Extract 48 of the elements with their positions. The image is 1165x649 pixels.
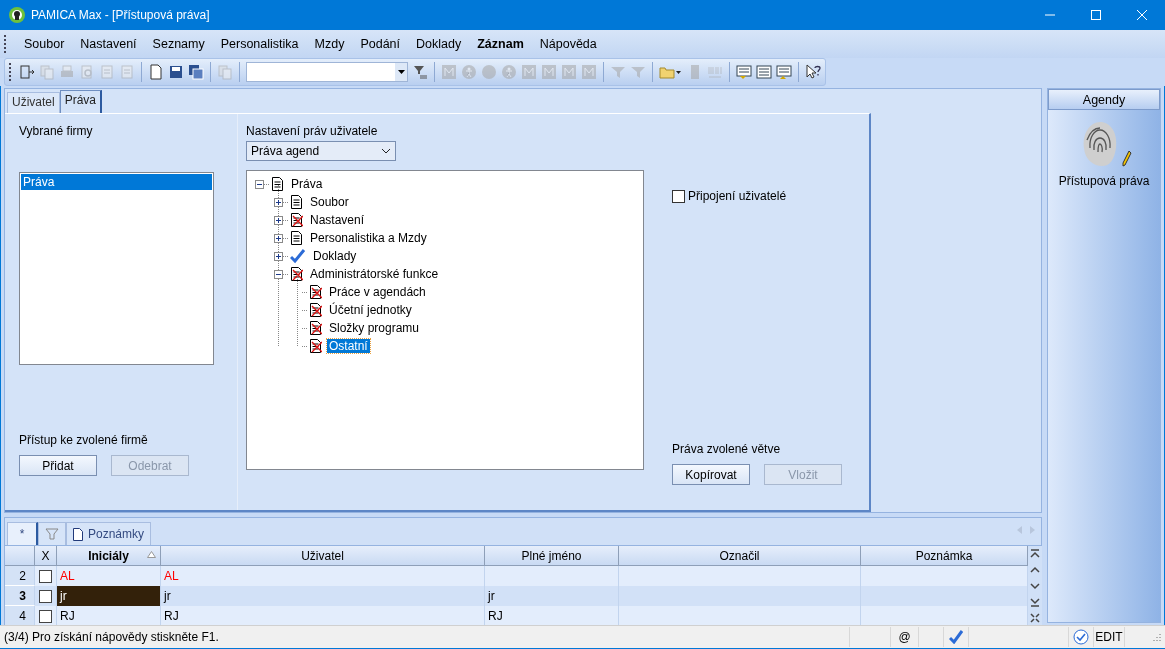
status-at: @ [898,630,911,644]
section-title: Vybrané firmy [19,124,94,138]
column-header[interactable]: X [35,546,57,566]
menu-item[interactable]: Podání [352,34,409,54]
tree-item[interactable]: Nastavení [308,213,367,227]
new-tab[interactable]: * [7,522,38,545]
tree-item[interactable]: Složky programu [327,321,422,335]
connected-users-checkbox[interactable]: Připojení uživatelé [672,189,842,203]
menu-item[interactable]: Doklady [408,34,470,54]
row-number: 3 [5,586,35,606]
menu-item[interactable]: Nastavení [72,34,145,54]
button[interactable]: Kopírovat [672,464,750,485]
column-header[interactable]: Uživatel [161,546,485,566]
tree-item[interactable]: Personalistika a Mzdy [308,231,429,245]
tab[interactable]: Práva [59,90,103,113]
row-number: 4 [5,606,35,626]
rights-dropdown[interactable]: Práva agend [246,141,396,161]
agenda-item[interactable]: Přístupová práva [1058,174,1150,188]
section-label: Práva zvolené větve [672,442,782,456]
menu-item[interactable]: Personalistika [212,34,307,54]
window-title: PAMICA Max - [Přístupová práva] [31,8,211,22]
section-title: Nastavení práv uživatele [246,124,379,138]
column-header[interactable]: Poznámka [861,546,1028,566]
menu-item[interactable]: Nápověda [531,34,605,54]
menu-item[interactable]: Záznam [469,34,532,54]
section-label: Přístup ke zvolené firmě [19,433,149,447]
tree-item[interactable]: Práva [289,177,325,191]
tree-item[interactable]: Administrátorské funkce [308,267,441,281]
row-number: 2 [5,566,35,586]
menu-item[interactable]: Soubor [16,34,73,54]
column-header[interactable]: Označil [619,546,861,566]
panel-header: Agendy [1048,89,1160,110]
tree-item[interactable]: Práce v agendách [327,285,428,299]
notes-tab[interactable]: Poznámky [66,522,152,545]
button[interactable]: Přidat [19,455,97,476]
status-text: (3/4) Pro získání nápovědy stiskněte F1. [3,630,220,644]
tree-item[interactable]: Účetní jednotky [327,303,414,317]
tree-item[interactable]: Ostatní [327,339,370,353]
column-header[interactable]: Iniciály [57,546,161,566]
tree-item[interactable]: Soubor [308,195,351,209]
menu-item[interactable]: Mzdy [306,34,353,54]
list-item[interactable]: Práva [21,174,212,190]
tab[interactable]: Uživatel [7,92,60,113]
table-cell: jr [57,586,161,606]
tree-item[interactable]: Doklady [311,249,359,263]
column-header[interactable]: Plné jméno [485,546,619,566]
menu-item[interactable]: Seznamy [144,34,213,54]
edit-mode-label: EDIT [1095,630,1123,644]
